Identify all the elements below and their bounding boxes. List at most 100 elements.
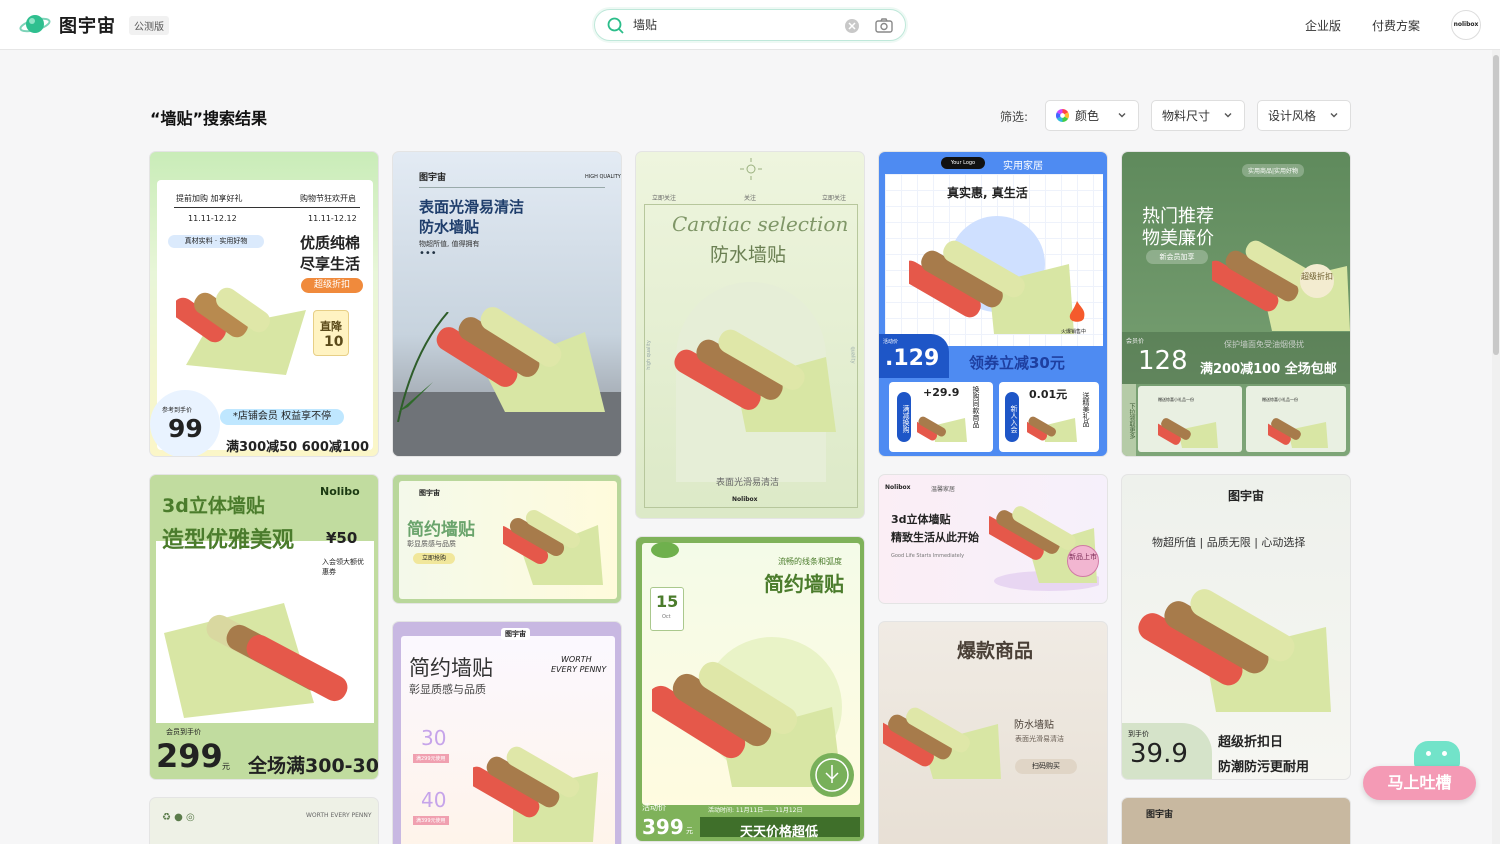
search-icon[interactable] [607, 17, 625, 35]
card-text: 直降 [320, 320, 342, 333]
card-heading: 简约墙贴 [409, 656, 493, 680]
filter-color-dropdown[interactable]: 颜色 [1045, 100, 1139, 131]
card-price: 128 [1138, 346, 1188, 376]
card-heading: 3d立体墙贴 [891, 513, 951, 526]
template-card-13[interactable]: ♻ ● ◎ WORTH EVERY PENNY [149, 797, 379, 844]
buy-now-button[interactable]: 立即抢购 [413, 553, 455, 564]
vertical-tag: 新人入会 [1005, 392, 1019, 442]
card-heading: 优质纯棉 [300, 234, 361, 252]
vertical-tag: 满减换购 [897, 392, 911, 442]
coupon-value: ¥50 [326, 529, 358, 547]
side-tab: 下拉领取更多 [1122, 384, 1136, 456]
mascot-icon[interactable] [1414, 741, 1460, 769]
template-card-8[interactable]: 图宇宙 简约墙贴 彰显质感与品质 WORTH EVERY PENNY 30 满2… [392, 621, 622, 844]
card-heading: 防水墙贴 [419, 218, 480, 236]
card-promo: 满200减100 全场包邮 [1200, 362, 1337, 377]
divider [419, 187, 605, 188]
template-card-10[interactable]: Nolibox 温馨家居 3d立体墙贴 精致生活从此开始 Good Life S… [878, 474, 1108, 604]
sun-icon [740, 158, 762, 180]
feedback-button[interactable]: 马上吐槽 [1363, 766, 1476, 800]
card-text: 立即关注 [652, 195, 677, 202]
card-text: 关注 [744, 195, 757, 202]
product-rolls-image [473, 746, 598, 842]
template-card-7[interactable]: 图宇宙 简约墙贴 彰显质感与品质 立即抢购 [392, 474, 622, 604]
card-text: 流畅的线条和弧度 [778, 557, 842, 566]
tag-pill: 真材实料 · 实用好物 [168, 235, 264, 248]
scan-buy-button[interactable]: 扫码购买 [1015, 759, 1077, 774]
card-script-title: Cardiac selection [672, 212, 849, 236]
template-card-2[interactable]: 图宇宙 HIGH QUALITY 表面光滑易清洁 防水墙贴 物超所值, 值得拥有… [392, 151, 622, 457]
card-text: 元 [222, 762, 230, 771]
user-avatar[interactable]: nolibox [1451, 10, 1481, 40]
product-rolls-image [674, 329, 836, 432]
card-text: 会员到手价 [166, 728, 201, 736]
card-text: 提前加购 加享好礼 [176, 194, 243, 203]
card-text: WORTH [561, 655, 592, 664]
search-box[interactable] [594, 9, 906, 41]
nav-enterprise-link[interactable]: 企业版 [1305, 17, 1341, 34]
card-text: 0.01元 [1029, 388, 1068, 401]
brand-logo[interactable]: 图宇宙 公测版 [18, 12, 169, 38]
filter-size-dropdown[interactable]: 物料尺寸 [1151, 100, 1245, 131]
card-text: ••• [419, 248, 437, 259]
chevron-down-icon [1330, 113, 1338, 118]
card-logo: 图宇宙 [1146, 810, 1174, 820]
card-text: 参考到手价 [162, 407, 193, 414]
product-rolls-image [1158, 418, 1218, 448]
card-price: 99 [168, 414, 203, 443]
card-text: WORTH EVERY PENNY [306, 812, 372, 819]
card-logo: Nolibox [732, 496, 758, 503]
card-text: 购物节狂欢开启 [300, 194, 356, 203]
card-heading: 尽享生活 [300, 255, 361, 273]
card-promo: 天天价格超低 [740, 825, 819, 840]
card-logo: 图宇宙 [501, 628, 530, 640]
card-price: .129 [885, 346, 940, 371]
card-heading: 真实惠, 真生活 [947, 186, 1028, 200]
card-price: 399 [642, 815, 684, 839]
card-heading: 爆款商品 [957, 640, 1034, 662]
card-text: 火爆销售中 [1061, 329, 1087, 335]
card-text: 立即关注 [822, 195, 847, 202]
filter-label: 筛选: [1000, 110, 1029, 124]
template-card-4[interactable]: Your Logo 实用家居 真实惠, 真生活 火爆销售中 活动价 .129 领… [878, 151, 1108, 457]
card-text: 表面光滑易清洁 [1015, 735, 1064, 743]
template-card-12[interactable]: 图宇宙 物超所值 | 品质无限 | 心动选择 到手价 39.9 超级折扣日 防潮… [1121, 474, 1351, 780]
card-text: Good Life Starts Immediately [891, 553, 965, 559]
brand-name: 图宇宙 [59, 16, 116, 37]
template-card-6[interactable]: 3d立体墙贴 造型优雅美观 Nolibo ¥50 入会领大额优惠券 会员到手价 … [149, 474, 379, 780]
card-text: 10 [324, 334, 344, 350]
product-rolls-image [1027, 416, 1077, 442]
nav-pricing-link[interactable]: 付费方案 [1372, 17, 1420, 34]
filter-style-dropdown[interactable]: 设计风格 [1257, 100, 1351, 131]
scrollbar-thumb[interactable] [1493, 55, 1499, 355]
template-card-14[interactable]: 图宇宙 [1121, 797, 1351, 844]
product-rolls-image [909, 216, 1074, 334]
card-text: 温馨家居 [931, 486, 956, 493]
template-card-5[interactable]: 实用商品|实用好物 热门推荐 物美廉价 新会员加享 超级折扣 保护墙面免受油烟侵… [1121, 151, 1351, 457]
filter-size-label: 物料尺寸 [1162, 109, 1211, 123]
results-title: “墙贴”搜索结果 [150, 109, 268, 128]
color-wheel-icon [1056, 109, 1069, 122]
clear-icon[interactable] [844, 18, 860, 34]
template-card-11[interactable]: 爆款商品 防水墙贴 表面光滑易清洁 扫码购买 [878, 621, 1108, 844]
template-card-1[interactable]: 提前加购 加享好礼 购物节狂欢开启 11.11-12.12 11.11-12.1… [149, 151, 379, 457]
card-text: 防水墙贴 [1014, 720, 1054, 731]
card-text: 赠送惊喜小礼品一份 [1262, 397, 1298, 402]
member-pill: *店铺会员 权益享不停 [220, 409, 344, 425]
card-text: EVERY PENNY [551, 665, 607, 674]
card-text: 彰显质感与品质 [409, 683, 486, 696]
template-card-3[interactable]: 立即关注 关注 立即关注 Cardiac selection 防水墙贴 high… [635, 151, 865, 519]
chevron-down-icon [1224, 113, 1232, 118]
template-card-9[interactable]: 流畅的线条和弧度 简约墙贴 15 Oct 活动价 399 元 活动时间: 11月… [635, 536, 865, 842]
card-text: 15 [656, 592, 679, 611]
search-input[interactable] [633, 17, 833, 31]
card-text: 实用好物 [219, 237, 248, 245]
camera-icon[interactable] [875, 17, 893, 34]
card-text: 活动价 [642, 803, 666, 812]
card-price: 299 [156, 737, 223, 775]
timeline [174, 207, 360, 208]
card-text: 换购同款商品 [972, 386, 980, 428]
card-heading: 防潮防污更耐用 [1218, 760, 1310, 775]
recycle-icon: ♻ ● ◎ [162, 812, 195, 823]
card-heading: 物美廉价 [1142, 228, 1214, 249]
